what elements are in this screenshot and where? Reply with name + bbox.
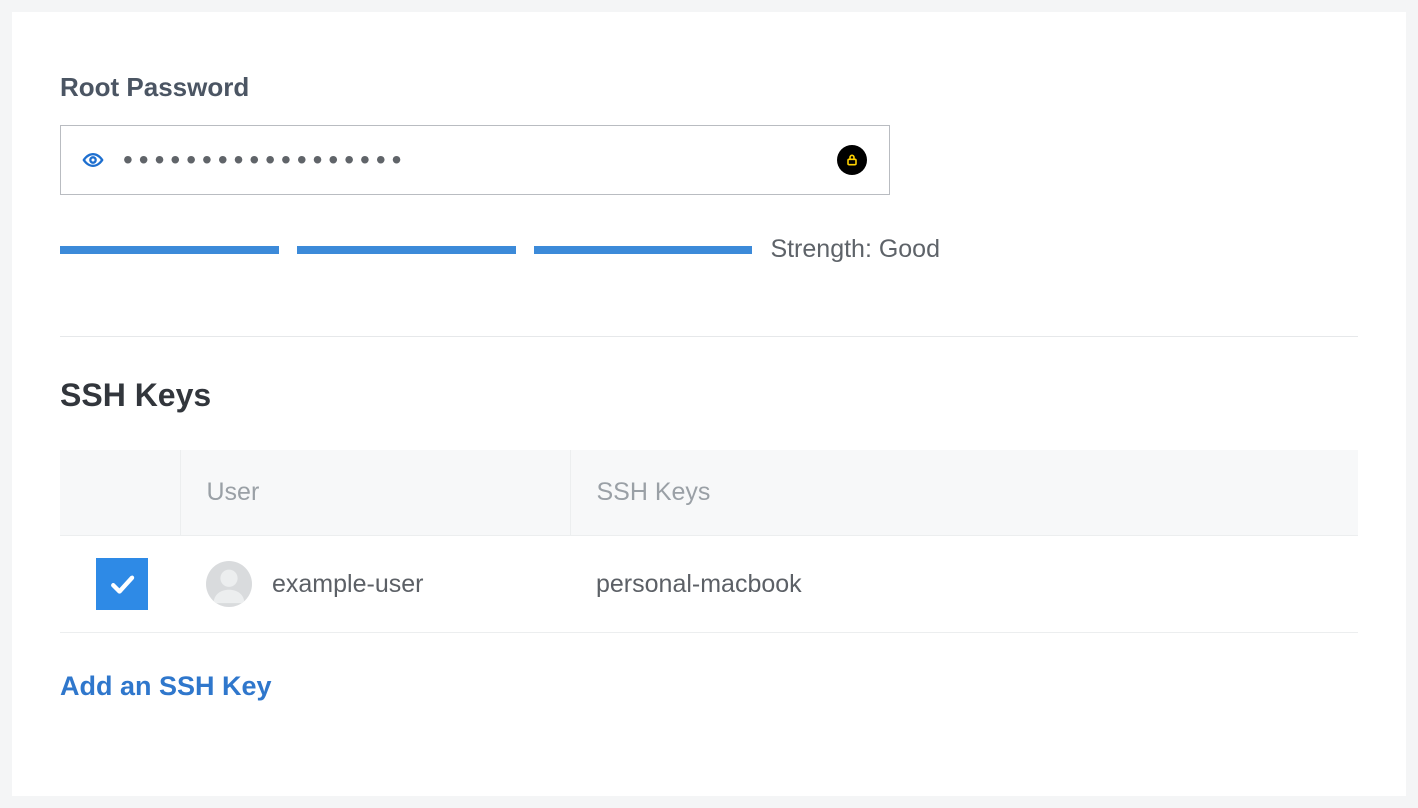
ssh-key-name: personal-macbook [570, 536, 1358, 633]
ssh-keys-title: SSH Keys [60, 377, 1358, 414]
strength-bar-3 [534, 246, 753, 254]
strength-label: Strength: Good [770, 235, 940, 264]
root-password-label: Root Password [60, 72, 1358, 103]
col-keys: SSH Keys [570, 450, 1358, 536]
password-strength: Strength: Good [60, 235, 940, 264]
user-name: example-user [272, 570, 423, 599]
table-row: example-user personal-macbook [60, 536, 1358, 633]
check-icon [107, 569, 137, 599]
add-ssh-key-link[interactable]: Add an SSH Key [60, 671, 272, 702]
avatar-icon [206, 561, 252, 607]
divider [60, 336, 1358, 337]
settings-card: Root Password •••••••••••••••••• Strengt… [12, 12, 1406, 796]
col-checkbox [60, 450, 180, 536]
root-password-field[interactable]: •••••••••••••••••• [60, 125, 890, 195]
root-password-section: Root Password •••••••••••••••••• Strengt… [60, 72, 1358, 264]
row-checkbox[interactable] [96, 558, 148, 610]
col-user: User [180, 450, 570, 536]
user-cell: example-user [206, 561, 544, 607]
lock-icon[interactable] [837, 145, 867, 175]
table-header-row: User SSH Keys [60, 450, 1358, 536]
ssh-keys-table: User SSH Keys [60, 450, 1358, 633]
strength-bar-1 [60, 246, 279, 254]
root-password-value: •••••••••••••••••• [123, 146, 821, 174]
eye-icon[interactable] [79, 146, 107, 174]
strength-bar-2 [297, 246, 516, 254]
ssh-keys-section: SSH Keys User SSH Keys [60, 377, 1358, 702]
